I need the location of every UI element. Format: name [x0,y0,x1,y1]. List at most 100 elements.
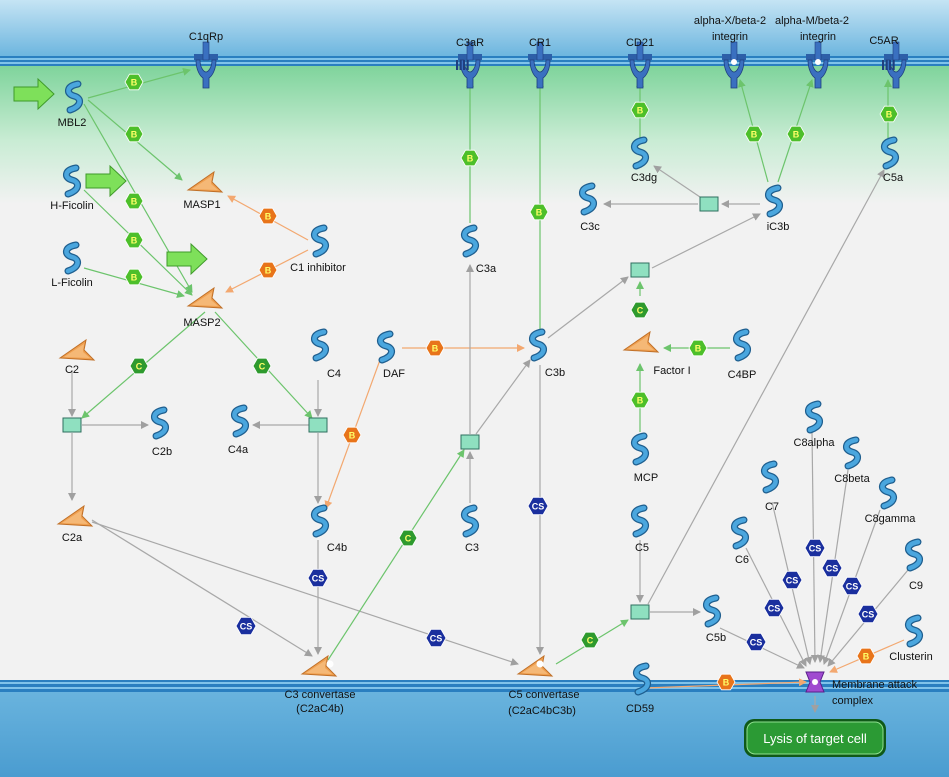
integrin-site-icon [731,59,737,65]
inhibition-badge-clusterin-text: B [863,651,870,661]
extracellular-region [0,0,949,58]
binding-badge-ic3b-alpham: B [786,125,806,143]
label-c5b: C5b [706,632,726,644]
binding-badge-c4bp-factori: B [688,339,708,357]
label-h-ficolin: H-Ficolin [50,200,93,212]
label-mac-1: Membrane attack [832,679,917,691]
cs-badge-c6-text: CS [768,603,781,613]
pathway-svg: C1qRp C3aR CR1 CD21 alpha-X/beta-2 integrin al… [0,0,949,777]
label-alpha-m-1: alpha-M/beta-2 [775,15,849,27]
label-cr1: CR1 [529,37,551,49]
binding-badge-c3a-c3ar: B [460,149,480,167]
binding-badge-c4bp-factori-text: B [695,343,702,353]
inhibition-badge-daf-c4b-text: B [349,430,356,440]
label-c6: C6 [735,554,749,566]
label-daf: DAF [383,368,405,380]
label-c3-convertase-2: (C2aC4b) [296,703,344,715]
binding-badge-hficolin-masp2: B [124,231,144,249]
7tm-segment [459,60,462,70]
inhibition-badge-c1inh-masp1-text: B [265,211,272,221]
cs-badge-c7-text: CS [786,575,799,585]
c3-cleavage-box[interactable] [460,434,480,450]
label-c2b: C2b [152,446,172,458]
c2-cleavage-box[interactable] [62,417,82,433]
7tm-segment [885,60,888,70]
7tm-segment [456,60,459,70]
label-c8beta: C8beta [834,473,870,485]
cleavage-badge-c5conv-c5-text: C [587,635,594,645]
label-c3ar: C3aR [456,37,484,49]
label-factor-i: Factor I [653,365,690,377]
label-c8gamma: C8gamma [865,513,917,525]
label-cd21: CD21 [626,37,654,49]
label-c2: C2 [65,364,79,376]
inhibition-badge-daf-c4b: B [342,426,362,444]
pathway-diagram: C1qRp C3aR CR1 CD21 alpha-X/beta-2 integrin al… [0,0,949,777]
cs-badge-c8beta-text: CS [826,563,839,573]
label-c4bp: C4BP [728,369,757,381]
cs-badge-c5b-text: CS [750,637,763,647]
binding-badge-mcp-factori: B [630,391,650,409]
label-c3: C3 [465,542,479,554]
label-alpha-x-1: alpha-X/beta-2 [694,15,766,27]
cleavage-badge-c5conv-c5: C [580,631,600,649]
inhibition-badge-c1inh-masp2: B [258,261,278,279]
outcome-box[interactable]: Lysis of target cell [744,719,886,757]
label-c5-convertase-1: C5 convertase [509,689,580,701]
inhibition-badge-daf-c3b: B [425,339,445,357]
binding-badge-mbl2-c1qrp-text: B [131,77,138,87]
binding-badge-lficolin-masp2: B [124,268,144,286]
cs-badge-c2a-c5conv-text: CS [430,633,443,643]
label-c4: C4 [327,368,341,380]
label-c5: C5 [635,542,649,554]
label-clusterin: Clusterin [889,651,932,663]
binding-badge-c5a-c5ar: B [879,105,899,123]
binding-badge-mbl2-masp1-text: B [131,129,138,139]
cs-badge-c3b-c5conv-text: CS [532,501,545,511]
binding-badge-ic3b-alpham-text: B [793,129,800,139]
ic3b-cleavage-box[interactable] [699,196,719,212]
label-ic3b: iC3b [767,221,790,233]
outcome-text: Lysis of target cell [763,731,867,746]
label-c8alpha: C8alpha [794,437,836,449]
label-c2a: C2a [62,532,83,544]
label-mac-2: complex [832,695,873,707]
cleavage-badge-masp2-c4: C [252,357,272,375]
label-masp1: MASP1 [183,199,220,211]
cleavage-badge-masp2-c4-text: C [259,361,266,371]
cs-badge-c9-text: CS [862,609,875,619]
label-c7: C7 [765,501,779,513]
cleavage-badge-c3conv-c3-text: C [405,533,412,543]
label-c5ar: C5AR [869,35,898,47]
label-mbl2: MBL2 [58,117,87,129]
7tm-segment [882,60,885,70]
binding-badge-c5a-c5ar-text: B [886,109,893,119]
binding-badge-hficolin-masp2-text: B [131,235,138,245]
cs-badge-c2a-c3conv-text: CS [240,621,253,631]
binding-badge-mbl2-masp2: B [124,192,144,210]
binding-badge-c3a-c3ar-text: B [467,153,474,163]
c3b-inactivation-box[interactable] [630,262,650,278]
cs-badge-c8gamma-text: CS [846,581,859,591]
inhibition-badge-clusterin: B [856,647,876,665]
c4-cleavage-box[interactable] [308,417,328,433]
binding-badge-c3b-cr1: B [529,203,549,221]
7tm-segment [889,60,892,70]
7tm-segment [466,60,469,70]
c5-cleavage-box[interactable] [630,604,650,620]
active-site-icon [326,660,334,668]
inhibition-badge-c1inh-masp1: B [258,207,278,225]
label-c3-convertase-1: C3 convertase [285,689,356,701]
cs-badge-c4b-c3conv-text: CS [312,573,325,583]
cleavage-badge-masp2-c2: C [129,357,149,375]
label-cd59: CD59 [626,703,654,715]
label-c3dg: C3dg [631,172,657,184]
label-masp2: MASP2 [183,317,220,329]
binding-badge-c3dg-cd21: B [630,101,650,119]
7tm-segment [463,60,466,70]
binding-badge-c3dg-cd21-text: B [637,105,644,115]
binding-badge-mbl2-masp1: B [124,125,144,143]
label-c4a: C4a [228,444,249,456]
binding-badge-mbl2-masp2-text: B [131,196,138,206]
binding-badge-mbl2-c1qrp: B [124,73,144,91]
